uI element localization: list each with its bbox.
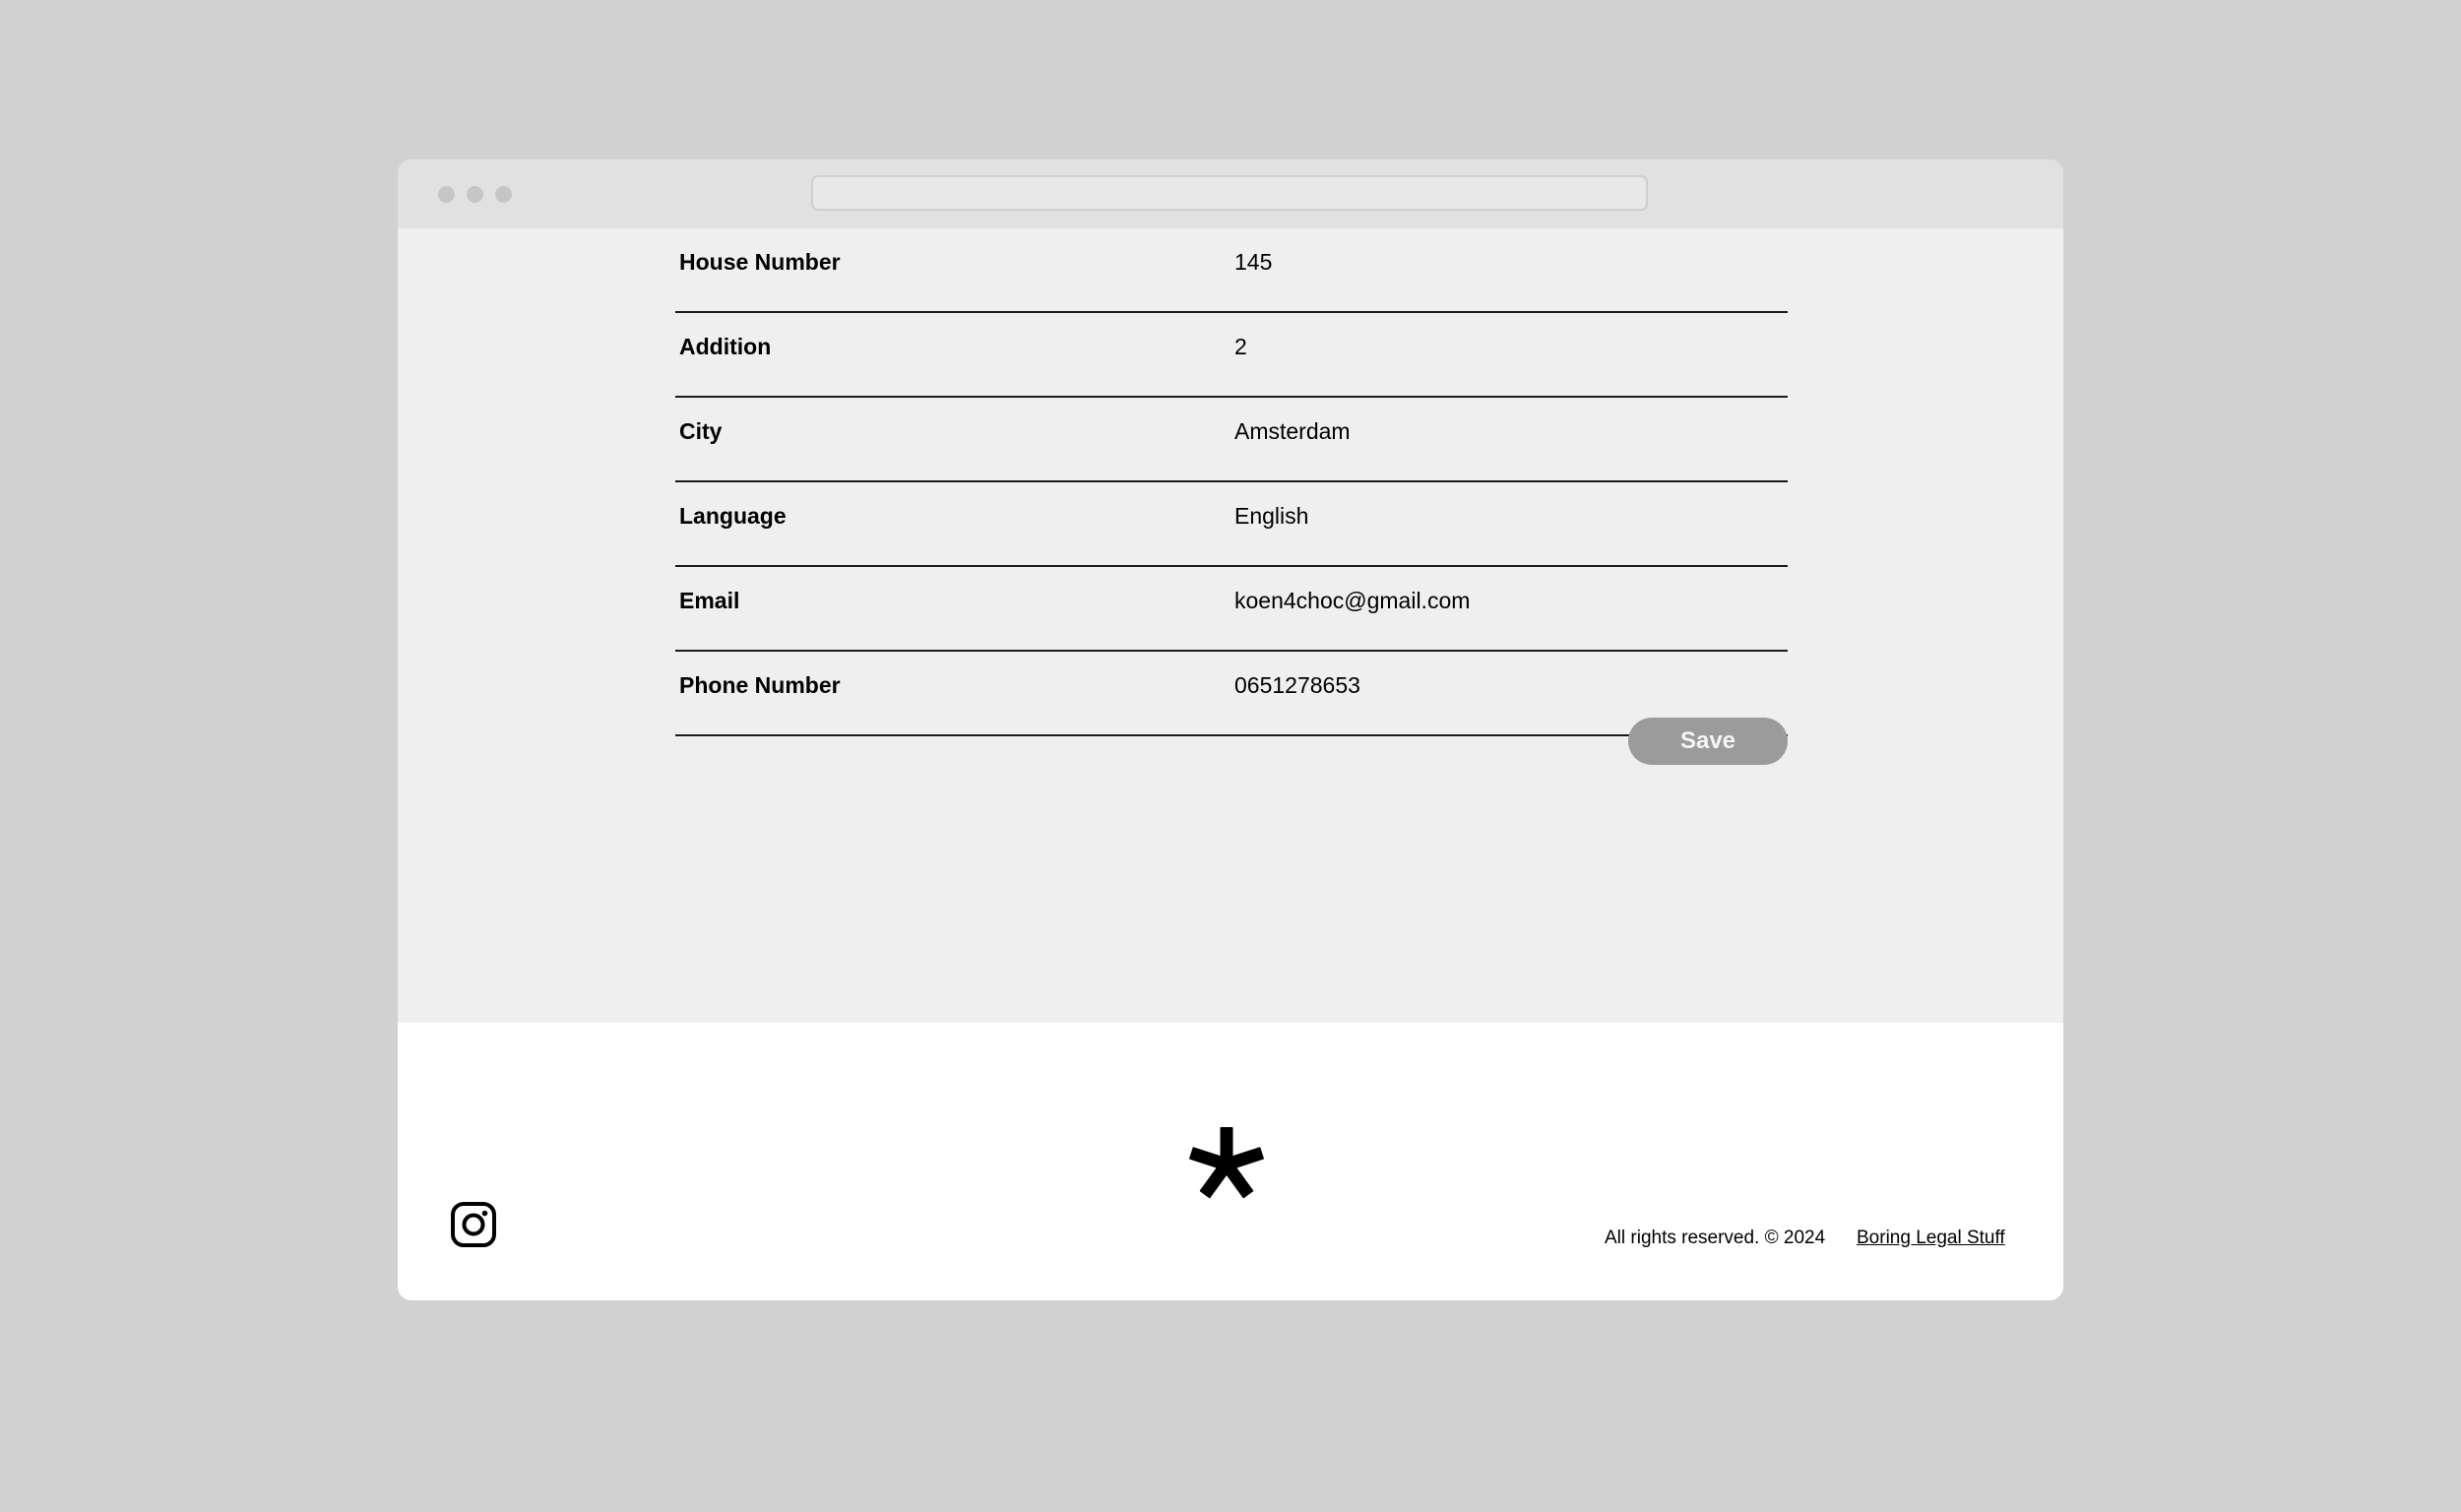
form-row-language: Language English <box>675 482 1788 567</box>
browser-window: House Number 145 Addition 2 City Amsterd… <box>398 159 2063 1300</box>
form-row-city: City Amsterdam <box>675 398 1788 482</box>
form-row-addition: Addition 2 <box>675 313 1788 398</box>
window-minimize-dot[interactable] <box>467 186 483 203</box>
language-field[interactable]: English <box>1234 502 1308 530</box>
form-row-house-number: House Number 145 <box>675 228 1788 313</box>
save-button[interactable]: Save <box>1628 718 1788 765</box>
account-details-form: House Number 145 Addition 2 City Amsterd… <box>675 228 1788 736</box>
field-label: House Number <box>679 249 841 275</box>
field-label: Addition <box>679 334 772 359</box>
copyright-text: All rights reserved. © 2024 <box>1605 1228 1826 1248</box>
house-number-field[interactable]: 145 <box>1234 248 1272 276</box>
email-field[interactable]: koen4choc@gmail.com <box>1234 587 1470 614</box>
window-maximize-dot[interactable] <box>495 186 512 203</box>
phone-number-field[interactable]: 0651278653 <box>1234 671 1360 699</box>
addition-field[interactable]: 2 <box>1234 333 1247 360</box>
address-bar[interactable] <box>811 175 1648 211</box>
instagram-icon[interactable] <box>450 1201 497 1248</box>
field-label: Language <box>679 503 787 529</box>
field-label: Email <box>679 588 740 613</box>
legal-link[interactable]: Boring Legal Stuff <box>1857 1227 2005 1250</box>
field-label: Phone Number <box>679 672 841 698</box>
field-label: City <box>679 418 723 444</box>
window-close-dot[interactable] <box>438 186 455 203</box>
form-row-email: Email koen4choc@gmail.com <box>675 567 1788 652</box>
asterisk-icon <box>1189 1127 1264 1199</box>
city-field[interactable]: Amsterdam <box>1234 417 1351 445</box>
window-titlebar <box>398 159 2063 228</box>
form-row-phone-number: Phone Number 0651278653 <box>675 652 1788 736</box>
